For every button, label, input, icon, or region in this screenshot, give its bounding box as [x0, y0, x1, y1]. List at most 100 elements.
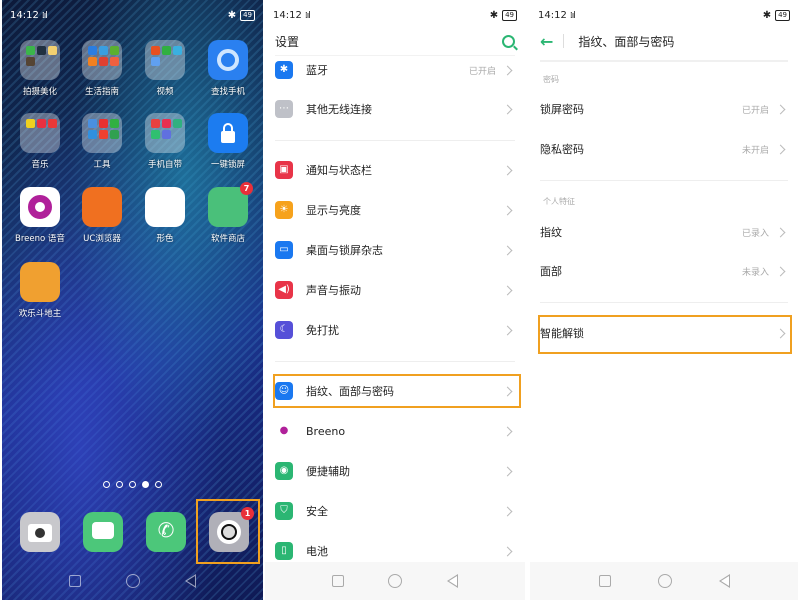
app-glyph-icon: [208, 113, 248, 153]
settings-item[interactable]: ▭ 桌面与锁屏杂志: [275, 237, 515, 263]
settings-item[interactable]: ☀ 显示与亮度: [275, 197, 515, 223]
settings-item-label: 声音与振动: [306, 284, 361, 297]
bluetooth-icon: ✱: [489, 9, 499, 21]
back-arrow-icon[interactable]: ←: [540, 32, 553, 51]
folder-icon: [145, 113, 185, 153]
status-time: 14:12: [273, 9, 302, 21]
settings-item-value: 已开启: [468, 66, 496, 77]
battery-icon: 49: [240, 9, 255, 21]
signal-icon: ⁞ıl: [569, 10, 576, 21]
settings-item[interactable]: ✱ 蓝牙 已开启: [275, 57, 515, 83]
settings-item-label: 桌面与锁屏杂志: [306, 244, 383, 257]
settings-item-label: 安全: [306, 505, 328, 518]
page-dot[interactable]: [129, 481, 136, 488]
phone-icon: ✆: [146, 512, 186, 552]
settings-item[interactable]: ⛉ 安全: [275, 498, 515, 524]
moon-icon: ☾: [275, 321, 293, 339]
chevron-right-icon: [502, 506, 513, 516]
search-icon[interactable]: [502, 34, 515, 48]
app-icon[interactable]: 查找手机: [198, 40, 258, 97]
chevron-right-icon: [502, 546, 513, 556]
battery-icon: ▯: [275, 542, 293, 560]
status-bar: 14:12 ⁞ıl ✱ 49: [273, 8, 517, 22]
app-glyph-icon: [20, 187, 60, 227]
chevron-right-icon: [502, 205, 513, 215]
status-bar: 14:12 ⁞ıl ✱ 49: [538, 8, 790, 22]
back-button[interactable]: [184, 574, 196, 588]
row-lockscreen-password[interactable]: 锁屏密码 已开启: [540, 96, 788, 122]
recents-button[interactable]: [598, 575, 611, 587]
app-icon[interactable]: 工具: [72, 113, 132, 170]
status-time: 14:12: [10, 9, 39, 21]
page-dot[interactable]: [155, 481, 162, 488]
settings-item[interactable]: ◉ 便捷辅助: [275, 458, 515, 484]
app-icon[interactable]: 生活指南: [72, 40, 132, 97]
page-title: 指纹、面部与密码: [578, 34, 675, 49]
dock-phone[interactable]: ✆: [136, 512, 196, 552]
settings-item[interactable]: ▣ 通知与状态栏: [275, 157, 515, 183]
dock-camera[interactable]: [10, 512, 70, 552]
app-label: 欢乐斗地主: [18, 309, 62, 319]
notification-badge: 7: [240, 182, 253, 195]
bluetooth-icon: ✱: [227, 9, 237, 21]
settings-item[interactable]: ▯ 电池: [275, 538, 515, 564]
back-button[interactable]: [446, 574, 458, 588]
settings-highlight-box: [196, 499, 260, 564]
page-dot[interactable]: [142, 481, 149, 488]
page-dot[interactable]: [103, 481, 110, 488]
chevron-right-icon: [502, 245, 513, 255]
security-screen: 14:12 ⁞ıl ✱ 49 ← 指纹、面部与密码 密码 锁屏密码 已开启 隐私密码…: [530, 0, 798, 600]
row-face[interactable]: 面部 未录入: [540, 258, 788, 284]
settings-item[interactable]: ● Breeno: [275, 418, 515, 444]
assist-icon: ◉: [275, 462, 293, 480]
section-label-password: 密码: [543, 75, 559, 84]
breeno-icon: ●: [275, 422, 293, 440]
app-icon[interactable]: 拍摄美化: [10, 40, 70, 97]
row-privacy-password[interactable]: 隐私密码 未开启: [540, 136, 788, 162]
page-dot[interactable]: [116, 481, 123, 488]
app-icon[interactable]: UC浏览器: [72, 187, 132, 244]
settings-item[interactable]: ⋯ 其他无线连接: [275, 96, 515, 122]
app-icon[interactable]: 一键锁屏: [198, 113, 258, 170]
app-icon[interactable]: Breeno 语音: [10, 187, 70, 244]
settings-item-label: 免打扰: [306, 324, 339, 337]
app-label: 视频: [156, 87, 174, 97]
app-icon[interactable]: 手机自带: [135, 113, 195, 170]
app-label: 音乐: [31, 160, 49, 170]
app-icon[interactable]: 欢乐斗地主: [10, 262, 70, 319]
chevron-right-icon: [502, 285, 513, 295]
back-button[interactable]: [718, 574, 730, 588]
app-label: UC浏览器: [83, 234, 121, 244]
status-time: 14:12: [538, 9, 567, 21]
nav-bar: [2, 562, 263, 600]
app-icon[interactable]: 视频: [135, 40, 195, 97]
notification-icon: ▣: [275, 161, 293, 179]
chevron-right-icon: [502, 65, 513, 75]
home-button[interactable]: [657, 574, 672, 588]
folder-icon: [20, 40, 60, 80]
app-icon[interactable]: 7 软件商店: [198, 182, 258, 244]
settings-item[interactable]: ☾ 免打扰: [275, 317, 515, 343]
home-button[interactable]: [388, 574, 403, 588]
chevron-right-icon: [502, 165, 513, 175]
wallpaper-icon: ▭: [275, 241, 293, 259]
signal-icon: ⁞ıl: [41, 10, 48, 21]
settings-item[interactable]: ◀) 声音与振动: [275, 277, 515, 303]
recents-button[interactable]: [332, 575, 345, 587]
app-label: Breeno 语音: [15, 234, 65, 244]
fingerprint-highlight-box: [273, 374, 521, 408]
app-icon[interactable]: 音乐: [10, 113, 70, 170]
home-button[interactable]: [125, 574, 140, 588]
dock-messages[interactable]: [73, 512, 133, 552]
app-icon[interactable]: 形色: [135, 187, 195, 244]
camera-icon: [20, 512, 60, 552]
app-label: 一键锁屏: [210, 160, 245, 170]
settings-item-label: 显示与亮度: [306, 204, 361, 217]
divider: [563, 34, 565, 48]
row-fingerprint[interactable]: 指纹 已录入: [540, 219, 788, 245]
app-glyph-icon: [82, 187, 122, 227]
settings-item-label: Breeno: [306, 424, 346, 438]
settings-item-label: 其他无线连接: [306, 103, 372, 116]
app-label: 形色: [156, 234, 174, 244]
recents-button[interactable]: [69, 575, 82, 587]
